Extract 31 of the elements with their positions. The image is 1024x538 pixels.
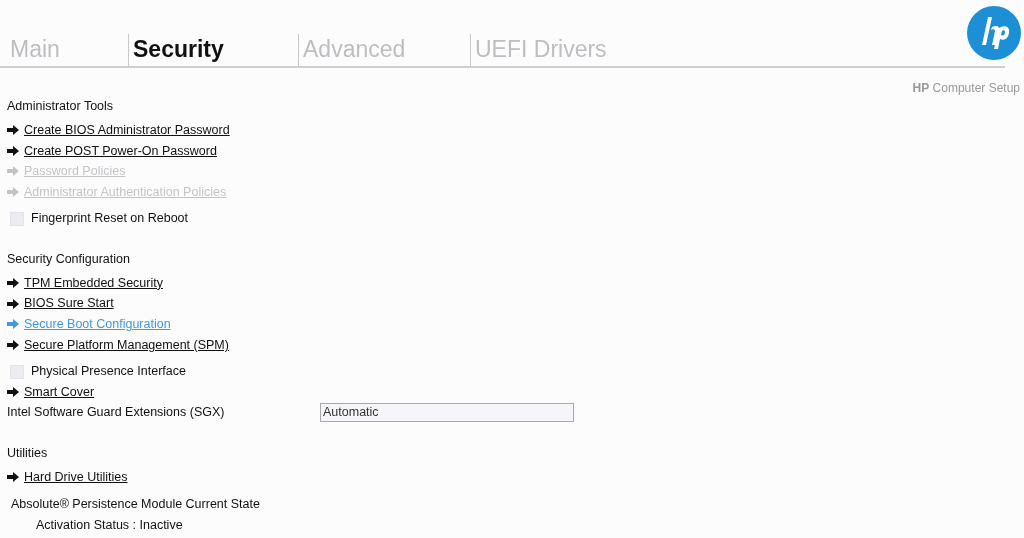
section-heading: Utilities [7,445,49,463]
checkbox-label: Fingerprint Reset on Reboot [31,210,189,228]
checkbox[interactable] [10,211,24,226]
logo-icon [966,5,1022,61]
arrow-icon [7,166,19,177]
activation-status: Activation Status : Inactive [35,516,184,534]
menu-link[interactable]: Hard Drive Utilities [24,468,128,487]
arrow-icon [7,145,19,156]
menu-link[interactable]: Create BIOS Administrator Password [24,120,230,140]
section-heading: Security Configuration [7,250,131,268]
module-title: Absolute® Persistence Module Current State [11,495,261,513]
checkbox[interactable] [10,364,24,379]
section-heading: Administrator Tools [7,98,115,115]
tab[interactable]: Security [128,34,298,66]
arrow-icon [7,340,19,351]
arrow-icon [7,187,19,198]
arrow-icon [7,472,19,483]
setting-label: Intel Software Guard Extensions (SGX) [7,404,226,422]
arrow-icon [7,125,19,136]
app-title: HP Computer Setup [912,80,1020,97]
arrow-icon [7,319,19,330]
dropdown-field[interactable]: Automatic [320,403,574,423]
arrow-icon [7,298,19,309]
menu-link[interactable]: Secure Platform Management (SPM) [24,335,229,355]
menu-link[interactable]: BIOS Sure Start [24,294,114,314]
arrow-icon [7,387,19,398]
checkbox-label: Physical Presence Interface [31,363,186,381]
arrow-icon [7,278,19,289]
menu-link[interactable]: Create POST Power-On Password [24,141,217,161]
menu-link[interactable]: Smart Cover [24,382,95,402]
menu-link[interactable]: TPM Embedded Security [24,273,163,293]
